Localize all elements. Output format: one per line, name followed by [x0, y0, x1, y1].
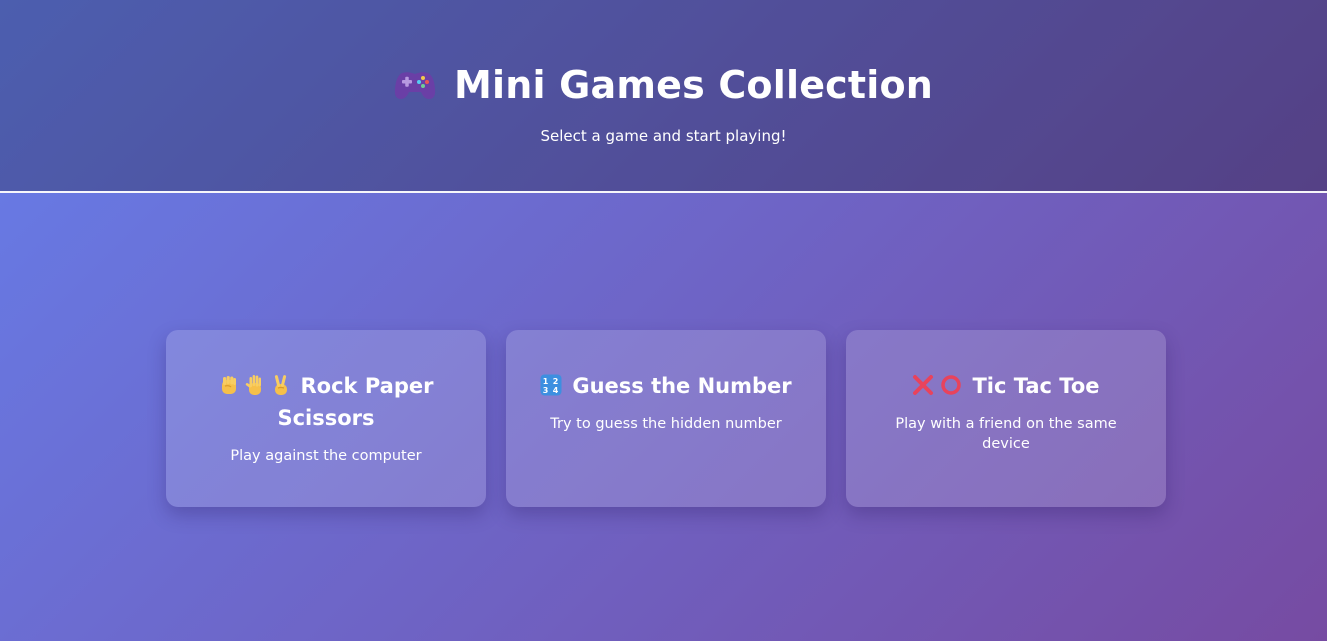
game-card-guess-the-number[interactable]: 1 2 3 4 Guess the Number Try to guess th…	[506, 330, 826, 507]
svg-text:4: 4	[553, 386, 559, 395]
game-description: Play with a friend on the same device	[895, 416, 1117, 452]
raised-fist-icon	[219, 374, 239, 396]
game-card-rock-paper-scissors[interactable]: Rock Paper Scissors Play against the com…	[166, 330, 486, 507]
game-title: Guess the Number	[572, 374, 792, 398]
svg-text:1: 1	[543, 377, 549, 386]
game-title-heading: 1 2 3 4 Guess the Number	[530, 370, 802, 402]
numbers-1234-icon: 1 2 3 4	[540, 374, 562, 396]
game-icons: 1 2 3 4	[540, 374, 562, 396]
game-card-tic-tac-toe[interactable]: Tic Tac Toe Play with a friend on the sa…	[846, 330, 1166, 507]
title-row: Mini Games Collection	[0, 60, 1327, 110]
game-controller-icon	[394, 69, 436, 101]
raised-hand-icon	[245, 374, 265, 396]
svg-text:3: 3	[543, 386, 549, 395]
svg-text:2: 2	[553, 377, 559, 386]
page-subtitle: Select a game and start playing!	[540, 127, 787, 145]
game-icons	[219, 374, 291, 396]
game-title: Tic Tac Toe	[972, 374, 1100, 398]
game-title: Rock Paper Scissors	[277, 374, 434, 430]
game-title-heading: Tic Tac Toe	[870, 370, 1142, 402]
victory-hand-icon	[271, 374, 291, 396]
game-description: Play against the computer	[230, 448, 422, 464]
game-cards: Rock Paper Scissors Play against the com…	[166, 330, 1166, 507]
cross-mark-icon	[912, 374, 934, 396]
page-header: Mini Games Collection Select a game and …	[0, 0, 1327, 193]
page-title: Mini Games Collection	[453, 63, 934, 107]
game-title-heading: Rock Paper Scissors	[190, 370, 462, 434]
game-icons	[912, 374, 962, 396]
hollow-circle-icon	[940, 374, 962, 396]
game-description: Try to guess the hidden number	[550, 416, 782, 432]
